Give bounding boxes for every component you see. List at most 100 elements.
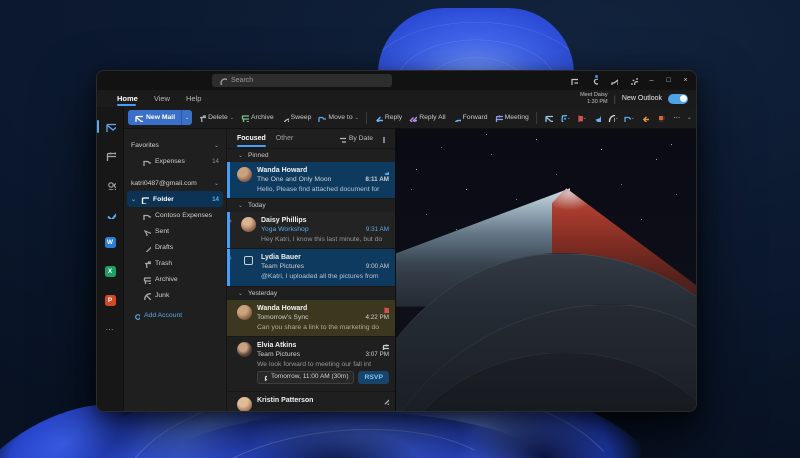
powerpoint-icon: P xyxy=(105,295,116,306)
tab-home[interactable]: Home xyxy=(117,90,138,107)
search-input[interactable]: Search xyxy=(212,74,392,87)
tab-other[interactable]: Other xyxy=(276,129,294,148)
rail-excel-button[interactable]: X xyxy=(97,257,123,286)
rules-button[interactable]: ⌄ xyxy=(623,113,635,122)
search-icon xyxy=(218,76,227,85)
folder-item-trash[interactable]: Trash xyxy=(124,255,226,271)
tab-view[interactable]: View xyxy=(154,90,170,107)
folder-item-expenses[interactable]: Expenses 14 xyxy=(124,153,226,169)
folder-item-drafts[interactable]: Drafts xyxy=(124,239,226,255)
title-bar: Search – □ × xyxy=(97,71,696,90)
rail-powerpoint-button[interactable]: P xyxy=(97,286,123,315)
new-mail-dropdown[interactable]: ⌄ xyxy=(181,110,192,125)
folder-item-sent[interactable]: Sent xyxy=(124,223,226,239)
message-row-lydia[interactable]: › Lydia Bauer Team Pictures 9:00 AM @Kat… xyxy=(227,249,395,287)
rail-calendar-button[interactable] xyxy=(97,141,123,170)
archive-button[interactable]: Archive xyxy=(239,113,275,122)
meeting-reminder-title: Meet Daisy xyxy=(580,92,608,99)
undo-button[interactable] xyxy=(639,113,651,122)
rail-people-button[interactable] xyxy=(97,170,123,199)
close-button[interactable]: × xyxy=(677,71,694,90)
meeting-button[interactable]: Meeting xyxy=(493,113,530,122)
meeting-reminder[interactable]: Meet Daisy 1:30 PM xyxy=(580,92,608,106)
section-header-yesterday[interactable]: ⌄ Yesterday xyxy=(227,287,395,300)
rail-more-button[interactable]: ⋯ xyxy=(97,315,123,344)
avatar[interactable] xyxy=(237,167,252,182)
minimize-button[interactable]: – xyxy=(643,71,660,90)
junk-icon xyxy=(142,291,151,300)
folder-pane: Favorites ⌄ Expenses 14 katri0487@gmail.… xyxy=(124,129,226,411)
meeting-chip: Tomorrow, 11:00 AM (30m) xyxy=(257,371,354,384)
sweep-button[interactable]: Sweep xyxy=(279,113,313,122)
sort-direction-icon[interactable] xyxy=(376,134,385,143)
attachment-icon xyxy=(377,397,389,405)
forward-icon xyxy=(452,113,461,122)
message-row-wanda-flagged[interactable]: Wanda Howard Tomorrow's Sync 4:22 PM Can… xyxy=(227,300,395,337)
avatar[interactable] xyxy=(237,342,252,357)
reply-button[interactable]: Reply xyxy=(373,113,403,122)
message-row-wanda-pinned[interactable]: Wanda Howard The One and Only Moon 8:11 … xyxy=(227,162,395,199)
account-email: katri0487@gmail.com xyxy=(131,180,197,187)
expand-chevron-icon[interactable]: › xyxy=(230,218,232,225)
tab-help[interactable]: Help xyxy=(186,90,201,107)
whats-new-icon[interactable] xyxy=(603,71,623,90)
add-account-button[interactable]: Add Account xyxy=(124,307,226,323)
tab-focused[interactable]: Focused xyxy=(237,129,266,148)
rail-mail-button[interactable] xyxy=(97,112,123,141)
flag-icon[interactable] xyxy=(377,305,389,313)
categorize-button[interactable]: ⌄ xyxy=(559,113,571,122)
reading-pane xyxy=(396,129,696,411)
favorites-header[interactable]: Favorites ⌄ xyxy=(124,137,226,153)
move-to-button[interactable]: Move to⌄ xyxy=(316,113,359,122)
reply-all-button[interactable]: Reply All xyxy=(407,113,446,122)
search-placeholder: Search xyxy=(231,77,253,84)
apps-button[interactable] xyxy=(655,113,667,122)
folder-item-junk[interactable]: Junk xyxy=(124,287,226,303)
meeting-reminder-time: 1:30 PM xyxy=(580,99,608,106)
avatar[interactable] xyxy=(237,397,252,411)
maximize-button[interactable]: □ xyxy=(660,71,677,90)
folder-icon xyxy=(142,157,151,166)
settings-gear-icon[interactable] xyxy=(623,71,643,90)
rsvp-button[interactable]: RSVP xyxy=(358,371,389,384)
message-list-header: Focused Other By Date xyxy=(227,129,395,149)
move-to-icon xyxy=(317,113,326,122)
message-checkbox[interactable] xyxy=(244,256,253,265)
message-row-daisy[interactable]: › Daisy Phillips Yoga Workshop 9:31 AM H… xyxy=(227,212,395,249)
folder-item-archive[interactable]: Archive xyxy=(124,271,226,287)
new-outlook-toggle[interactable] xyxy=(668,94,688,104)
inbox-icon xyxy=(140,195,149,204)
ribbon-toolbar: New Mail ⌄ Delete⌄ Archive Sweep Move to… xyxy=(124,107,696,129)
folder-item-contoso-expenses[interactable]: Contoso Expenses xyxy=(124,207,226,223)
sent-icon xyxy=(142,227,151,236)
section-header-today[interactable]: ⌄ Today xyxy=(227,199,395,212)
flag-button[interactable]: ⌄ xyxy=(575,113,587,122)
ribbon-collapse-chevron[interactable]: ⌄ xyxy=(687,114,694,121)
read-unread-button[interactable] xyxy=(543,113,555,122)
filter-icon[interactable] xyxy=(337,134,346,143)
delete-button[interactable]: Delete⌄ xyxy=(196,113,235,122)
avatar[interactable] xyxy=(241,217,256,232)
folder-item-folder-selected[interactable]: ⌄ Folder 14 xyxy=(127,191,223,207)
trash-icon xyxy=(142,259,151,268)
sort-by-date[interactable]: By Date xyxy=(349,135,373,142)
rail-word-button[interactable]: W xyxy=(97,228,123,257)
message-row-kristin[interactable]: Kristin Patterson xyxy=(227,392,395,411)
section-header-pinned[interactable]: ⌄ Pinned xyxy=(227,149,395,162)
pin-icon[interactable] xyxy=(377,167,389,175)
account-header[interactable]: katri0487@gmail.com ⌄ xyxy=(124,175,226,191)
unread-count: 14 xyxy=(212,158,219,165)
pin-button[interactable] xyxy=(591,113,603,122)
rail-todo-button[interactable] xyxy=(97,199,123,228)
feedback-icon[interactable] xyxy=(563,71,583,90)
avatar[interactable] xyxy=(237,305,252,320)
new-mail-button[interactable]: New Mail ⌄ xyxy=(128,110,192,125)
notifications-icon[interactable] xyxy=(583,71,603,90)
new-mail-icon xyxy=(134,113,143,122)
forward-button[interactable]: Forward xyxy=(451,113,489,122)
ribbon-more-button[interactable]: ⋯ xyxy=(671,114,683,122)
expand-chevron-icon[interactable]: › xyxy=(230,255,232,262)
snooze-button[interactable]: ⌄ xyxy=(607,113,619,122)
chevron-down-icon: ⌄ xyxy=(214,142,219,149)
message-row-elvia[interactable]: Elvia Atkins Team Pictures 3:07 PM We lo… xyxy=(227,337,395,392)
